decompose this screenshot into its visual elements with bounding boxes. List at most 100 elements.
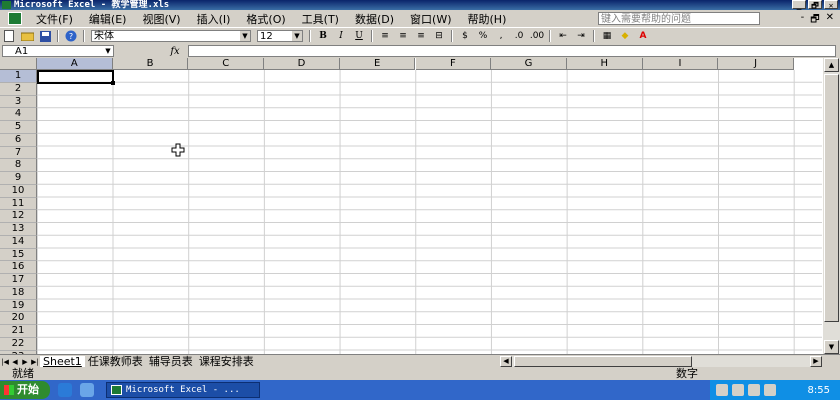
chevron-down-icon[interactable]: ▼ xyxy=(103,46,113,56)
decrease-decimal-icon[interactable]: .00 xyxy=(530,30,544,42)
fill-handle[interactable] xyxy=(111,81,115,85)
select-all-corner[interactable] xyxy=(0,58,37,70)
row-header-3[interactable]: 3 xyxy=(0,95,37,109)
last-sheet-icon[interactable]: ▶| xyxy=(30,358,40,366)
help-icon[interactable]: ? xyxy=(64,30,78,42)
volume-icon[interactable] xyxy=(732,384,744,396)
borders-icon[interactable]: ▦ xyxy=(600,30,614,42)
formula-input[interactable] xyxy=(188,45,836,57)
scroll-right-button[interactable]: ▶ xyxy=(810,356,822,367)
merge-center-icon[interactable]: ⊟ xyxy=(432,30,446,42)
menu-edit[interactable]: 编辑(E) xyxy=(81,11,135,27)
row-header-4[interactable]: 4 xyxy=(0,108,37,121)
row-header-1[interactable]: 1 xyxy=(0,70,37,83)
column-header-i[interactable]: I xyxy=(642,58,719,70)
row-header-13[interactable]: 13 xyxy=(0,223,37,236)
font-name-select[interactable]: 宋体 ▼ xyxy=(91,30,251,42)
row-header-18[interactable]: 18 xyxy=(0,286,37,300)
tab-teachers[interactable]: 任课教师表 xyxy=(85,355,146,368)
row-header-20[interactable]: 20 xyxy=(0,312,37,325)
italic-button[interactable]: I xyxy=(334,30,348,42)
increase-decimal-icon[interactable]: .0 xyxy=(512,30,526,42)
column-header-b[interactable]: B xyxy=(112,58,189,70)
underline-button[interactable]: U xyxy=(352,30,366,42)
align-left-icon[interactable]: ≡ xyxy=(378,30,392,42)
scroll-down-button[interactable]: ▼ xyxy=(824,340,839,354)
new-document-icon[interactable] xyxy=(2,30,16,42)
help-search-input[interactable]: 键入需要帮助的问题 xyxy=(598,12,760,25)
font-color-icon[interactable]: A xyxy=(636,30,650,42)
save-icon[interactable] xyxy=(38,30,52,42)
align-right-icon[interactable]: ≡ xyxy=(414,30,428,42)
close-button[interactable]: ✕ xyxy=(824,0,838,10)
align-center-icon[interactable]: ≡ xyxy=(396,30,410,42)
bold-button[interactable]: B xyxy=(316,30,330,42)
ie-icon[interactable] xyxy=(58,383,72,397)
row-header-8[interactable]: 8 xyxy=(0,159,37,172)
minimize-button[interactable]: _ xyxy=(792,0,806,10)
vertical-scroll-thumb[interactable] xyxy=(824,74,839,322)
row-header-9[interactable]: 9 xyxy=(0,172,37,185)
cell-grid[interactable] xyxy=(37,70,822,354)
open-folder-icon[interactable] xyxy=(20,30,34,42)
document-icon[interactable] xyxy=(8,12,22,25)
prev-sheet-icon[interactable]: ◀ xyxy=(10,358,20,366)
menu-data[interactable]: 数据(D) xyxy=(347,11,402,27)
restore-button[interactable]: 🗗 xyxy=(808,0,822,10)
menu-format[interactable]: 格式(O) xyxy=(238,11,293,27)
scroll-left-button[interactable]: ◀ xyxy=(500,356,512,367)
input-method-icon[interactable] xyxy=(764,384,776,396)
row-header-17[interactable]: 17 xyxy=(0,274,37,287)
taskbar-excel-item[interactable]: Microsoft Excel - ... xyxy=(106,382,260,398)
row-header-10[interactable]: 10 xyxy=(0,184,37,198)
row-header-16[interactable]: 16 xyxy=(0,261,37,274)
column-header-c[interactable]: C xyxy=(188,58,265,70)
name-box[interactable]: A1 ▼ xyxy=(2,45,114,57)
column-header-e[interactable]: E xyxy=(339,58,416,70)
horizontal-scroll-thumb[interactable] xyxy=(514,356,692,367)
tab-sheet1[interactable]: Sheet1 xyxy=(40,355,85,368)
percent-button[interactable]: % xyxy=(476,30,490,42)
decrease-indent-icon[interactable]: ⇤ xyxy=(556,30,570,42)
chevron-down-icon[interactable]: ▼ xyxy=(240,31,250,41)
tab-schedule[interactable]: 课程安排表 xyxy=(196,355,257,368)
menu-view[interactable]: 视图(V) xyxy=(134,11,188,27)
vertical-scrollbar[interactable]: ▲ ▼ xyxy=(822,58,840,354)
first-sheet-icon[interactable]: |◀ xyxy=(0,358,10,366)
tab-counselors[interactable]: 辅导员表 xyxy=(146,355,196,368)
scroll-up-button[interactable]: ▲ xyxy=(824,58,839,72)
row-header-12[interactable]: 12 xyxy=(0,210,37,223)
row-header-22[interactable]: 22 xyxy=(0,337,37,351)
column-header-f[interactable]: F xyxy=(415,58,492,70)
row-header-7[interactable]: 7 xyxy=(0,146,37,160)
desktop-icon[interactable] xyxy=(80,383,94,397)
column-header-a[interactable]: A xyxy=(37,58,113,70)
currency-icon[interactable]: $ xyxy=(458,30,472,42)
chevron-down-icon[interactable]: ▼ xyxy=(292,31,302,41)
row-header-11[interactable]: 11 xyxy=(0,197,37,211)
column-header-j[interactable]: J xyxy=(718,58,794,70)
increase-indent-icon[interactable]: ⇥ xyxy=(574,30,588,42)
column-header-d[interactable]: D xyxy=(264,58,340,70)
menu-insert[interactable]: 插入(I) xyxy=(189,11,239,27)
row-header-19[interactable]: 19 xyxy=(0,299,37,313)
start-button[interactable]: 开始 xyxy=(0,381,50,399)
next-sheet-icon[interactable]: ▶ xyxy=(20,358,30,366)
security-icon[interactable] xyxy=(748,384,760,396)
column-header-g[interactable]: G xyxy=(491,58,567,70)
active-cell-a1[interactable] xyxy=(37,70,114,84)
menu-file[interactable]: 文件(F) xyxy=(28,11,81,27)
row-header-5[interactable]: 5 xyxy=(0,121,37,134)
menu-help[interactable]: 帮助(H) xyxy=(460,11,515,27)
font-size-select[interactable]: 12 ▼ xyxy=(257,30,303,42)
column-header-h[interactable]: H xyxy=(566,58,643,70)
row-header-14[interactable]: 14 xyxy=(0,235,37,249)
comma-style-icon[interactable]: , xyxy=(494,30,508,42)
menu-window[interactable]: 窗口(W) xyxy=(402,11,459,27)
row-header-2[interactable]: 2 xyxy=(0,82,37,96)
network-icon[interactable] xyxy=(716,384,728,396)
row-header-15[interactable]: 15 xyxy=(0,248,37,262)
fill-color-icon[interactable]: ◆ xyxy=(618,30,632,42)
row-header-21[interactable]: 21 xyxy=(0,325,37,338)
menu-tools[interactable]: 工具(T) xyxy=(294,11,347,27)
